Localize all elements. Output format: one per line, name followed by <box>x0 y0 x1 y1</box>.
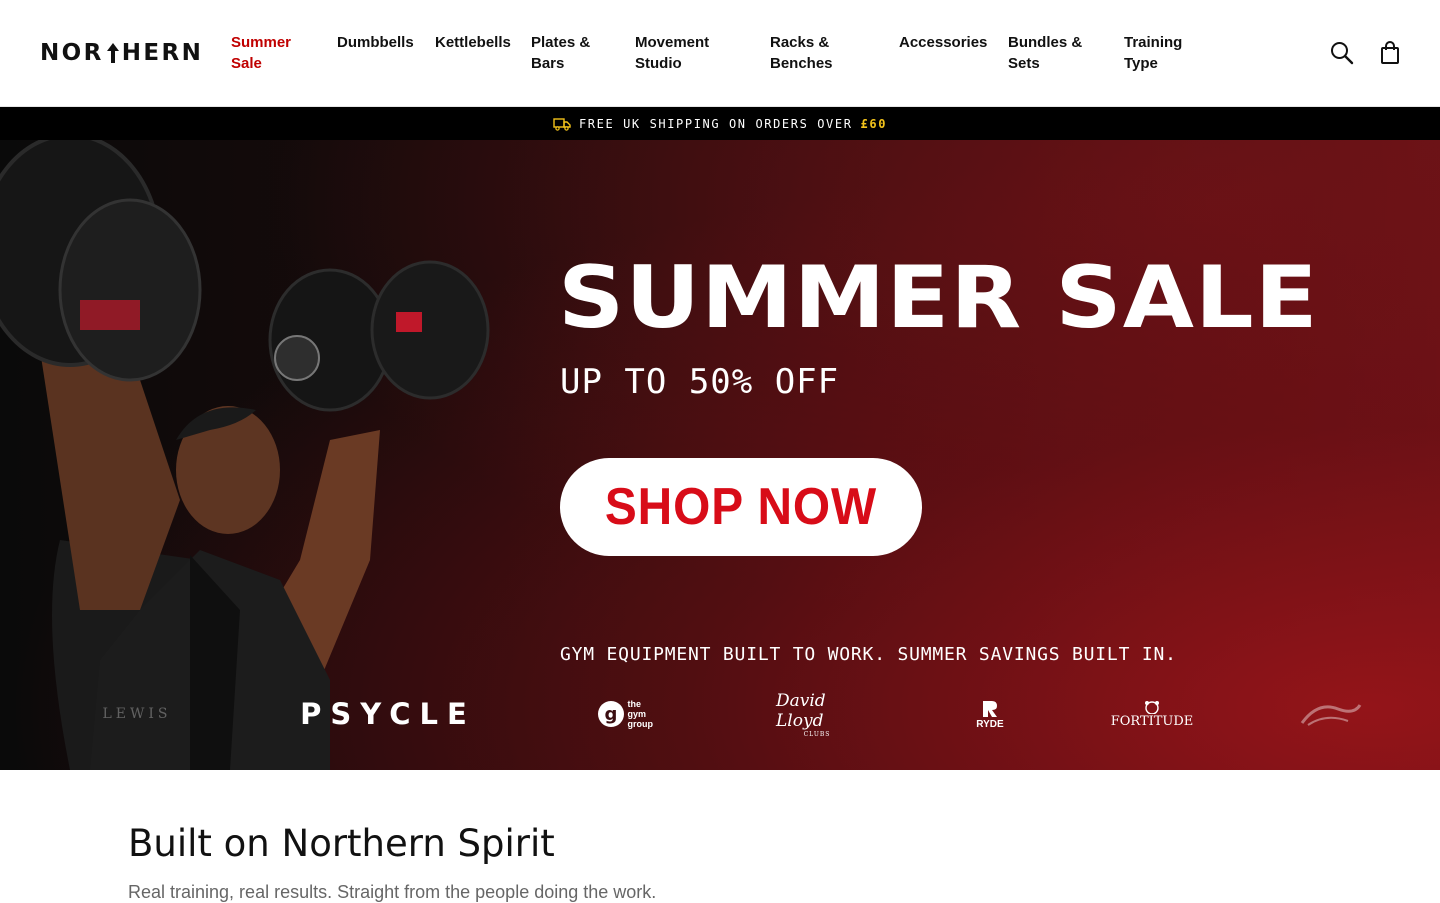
hero-banner[interactable]: SUMMER SALE UP TO 50% OFF SHOP NOW GYM E… <box>0 140 1440 770</box>
ryde-r-icon <box>983 700 997 717</box>
nav-racks-benches[interactable]: Racks & Benches <box>770 32 833 74</box>
shopping-bag-icon[interactable] <box>1378 40 1404 66</box>
nav-label: Type <box>1124 55 1158 72</box>
partner-name: LEWIS <box>102 706 172 722</box>
partner-logo-lewis: LEWIS <box>92 694 182 734</box>
search-icon[interactable] <box>1329 40 1355 66</box>
truck-icon <box>553 117 571 131</box>
nav-label: Summer <box>231 34 292 51</box>
logo-text-right: HERN <box>121 40 204 66</box>
gym-group-g-icon: g <box>597 701 624 727</box>
nav-kettlebells[interactable]: Kettlebells <box>435 32 511 53</box>
shop-now-label: SHOP NOW <box>604 478 878 536</box>
site-header: NOR HERN Summer Sale Dumbbells Kettlebel… <box>0 0 1440 107</box>
partner-logo-swirl <box>1296 694 1366 734</box>
logo-text-left: NOR <box>40 40 104 66</box>
shipping-text: FREE UK SHIPPING ON ORDERS OVER <box>578 116 853 131</box>
nav-label: Kettlebells <box>435 34 511 51</box>
nav-summer-sale[interactable]: Summer Sale <box>231 32 291 74</box>
fortitude-bear-icon <box>1145 700 1159 714</box>
nav-label: Sets <box>1008 55 1040 72</box>
partner-logo-ryde: RYDE <box>972 694 1008 734</box>
partner-name: RYDE <box>976 718 1004 730</box>
nav-bundles-sets[interactable]: Bundles & Sets <box>1008 32 1082 74</box>
hero-subtitle: UP TO 50% OFF <box>560 362 840 402</box>
nav-label: Plates & <box>531 34 591 51</box>
shipping-banner: FREE UK SHIPPING ON ORDERS OVER £60 <box>0 107 1440 140</box>
partner-subname: CLUBS <box>803 730 831 738</box>
athlete-image <box>0 140 490 770</box>
nav-label: Bars <box>531 55 565 72</box>
section-title: Built on Northern Spirit <box>128 822 555 865</box>
partner-name: David Lloyd <box>776 690 826 731</box>
shop-now-button[interactable]: SHOP NOW <box>560 458 922 556</box>
partner-logo-gym-group: g the gym group <box>596 694 662 734</box>
nav-label: Training <box>1124 34 1183 51</box>
nav-accessories[interactable]: Accessories <box>899 32 987 53</box>
partner-logo-david-lloyd: David Lloyd CLUBS <box>776 690 858 738</box>
partner-name: the gym group <box>627 699 654 729</box>
nav-movement-studio[interactable]: Movement Studio <box>635 32 709 74</box>
nav-label: Racks & <box>770 34 830 51</box>
nav-label: Sale <box>231 55 262 72</box>
partner-name: FORTITUDE <box>1110 713 1194 729</box>
nav-plates-bars[interactable]: Plates & Bars <box>531 32 590 74</box>
nav-label: Studio <box>635 55 682 72</box>
nav-label: Bundles & <box>1008 34 1083 51</box>
nav-label: Dumbbells <box>337 34 414 51</box>
partner-name: PSYCLE <box>300 697 476 731</box>
hero-tagline: GYM EQUIPMENT BUILT TO WORK. SUMMER SAVI… <box>560 644 1177 665</box>
partner-logo-fortitude: FORTITUDE <box>1111 694 1193 734</box>
nav-label: Benches <box>770 55 833 72</box>
partner-logo-psycle: PSYCLE <box>296 694 480 734</box>
nav-dumbbells[interactable]: Dumbbells <box>337 32 414 53</box>
nav-label: Movement <box>635 34 710 51</box>
svg-text:g: g <box>604 704 617 725</box>
nav-label: Accessories <box>899 34 988 51</box>
nav-training-type[interactable]: Training Type <box>1124 32 1182 74</box>
logo-arrow-icon <box>105 42 121 64</box>
shipping-amount: £60 <box>860 116 888 131</box>
northern-logo[interactable]: NOR HERN <box>40 40 203 66</box>
hero-title: SUMMER SALE <box>558 248 1319 348</box>
